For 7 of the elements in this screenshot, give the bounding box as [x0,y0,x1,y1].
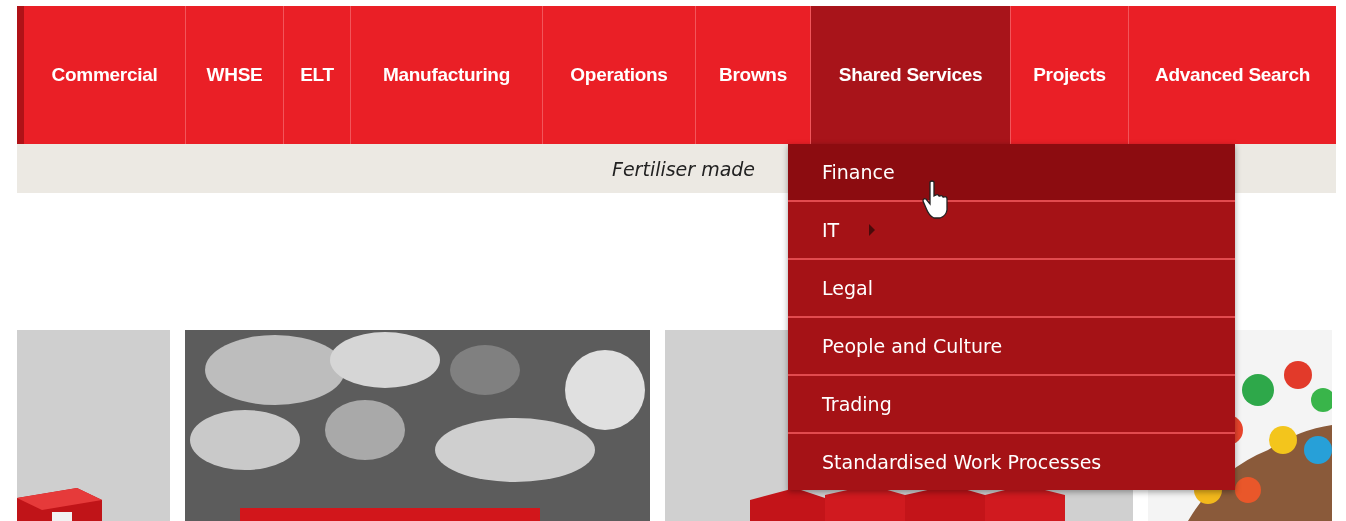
nav-tab[interactable]: Shared Services [810,6,1010,144]
menu-item[interactable]: People and Culture [788,316,1235,374]
menu-item[interactable]: Finance [788,144,1235,200]
menu-item[interactable]: Trading [788,374,1235,432]
banner-text: Fertiliser made [612,157,756,180]
menu-item[interactable]: Legal [788,258,1235,316]
menu-item[interactable]: Standardised Work Processes [788,432,1235,490]
